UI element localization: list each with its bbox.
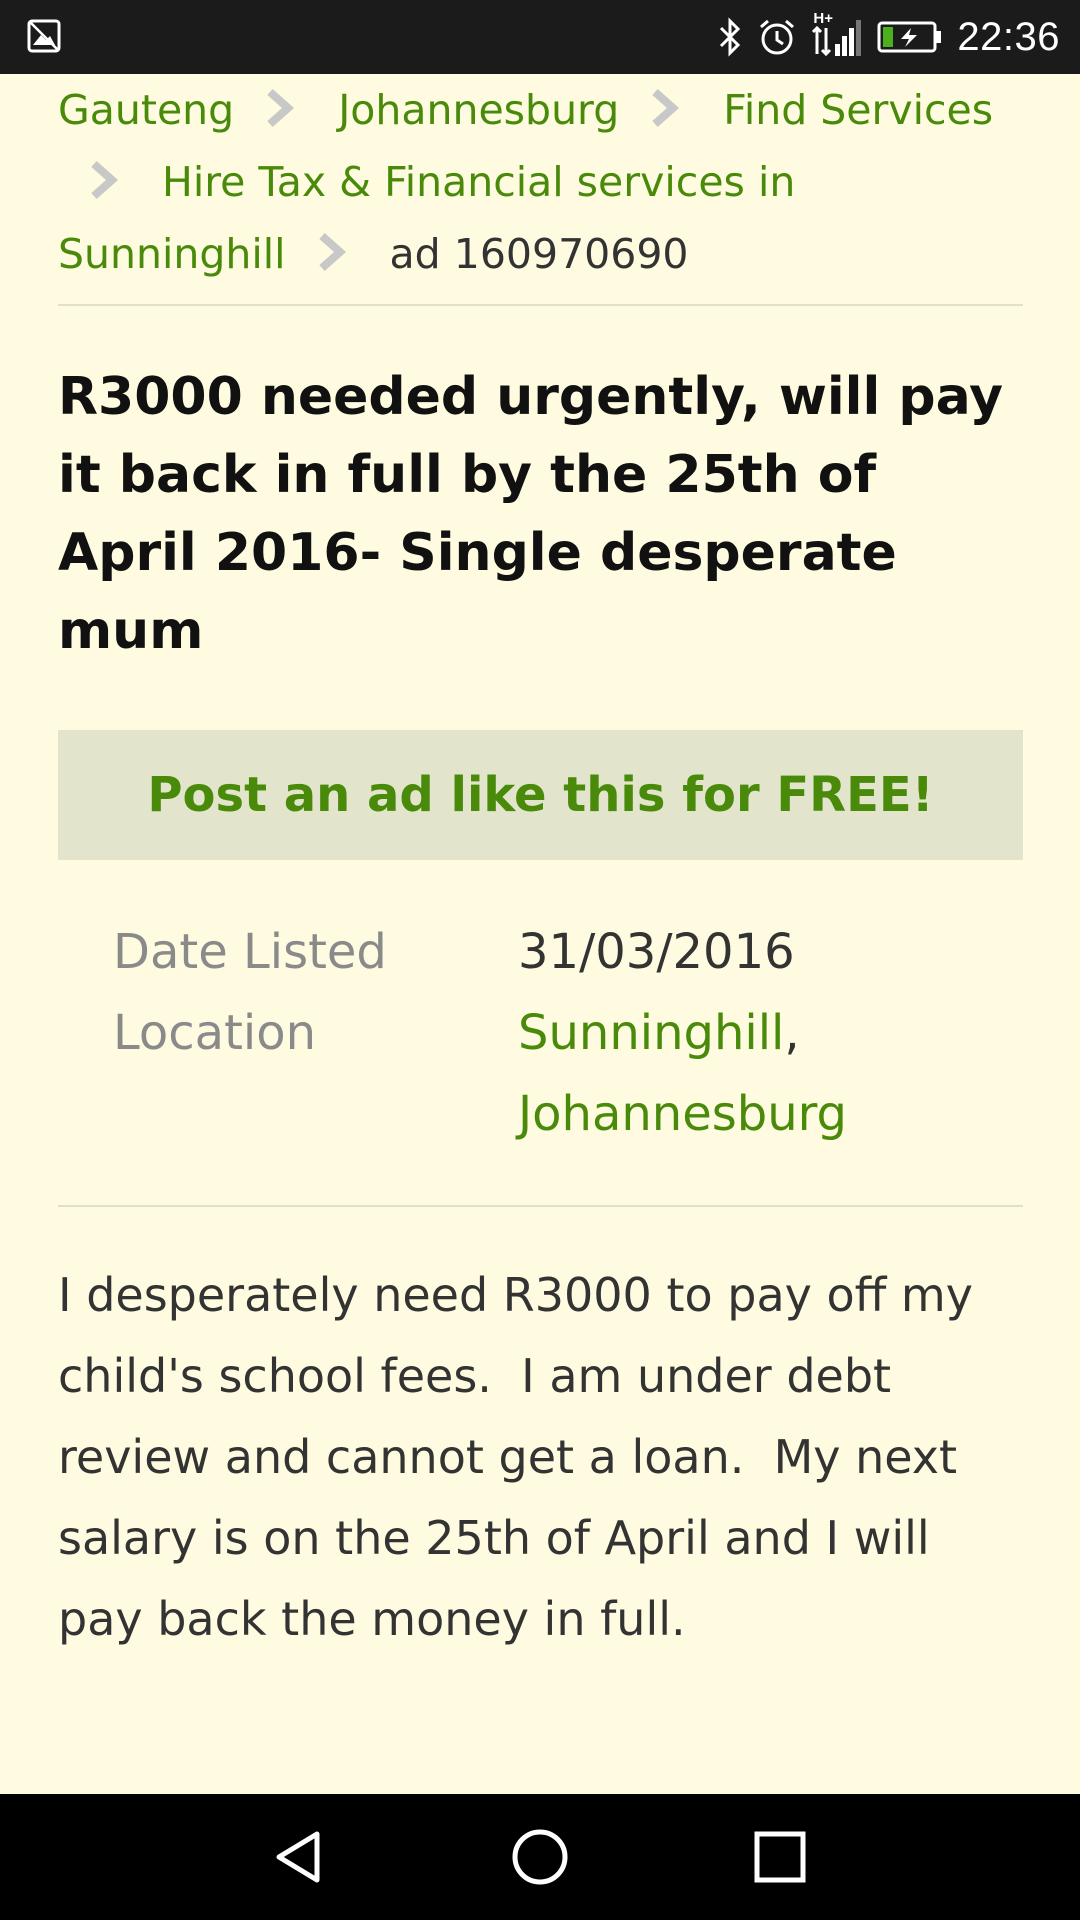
bluetooth-icon (720, 17, 741, 57)
detail-row-date: Date Listed 31/03/2016 (113, 912, 1023, 993)
date-listed-label: Date Listed (113, 924, 387, 980)
chevron-right-icon (652, 89, 680, 127)
location-label: Location (113, 1005, 317, 1061)
breadcrumb-gauteng[interactable]: Gauteng (58, 86, 234, 134)
image-notification-icon (27, 19, 61, 53)
signal-icon (812, 20, 862, 57)
ad-title: R3000 needed urgently, will pay it back … (58, 367, 1004, 661)
status-icons: H+ 22:36 (717, 0, 1060, 74)
location-separator: , (784, 1005, 800, 1061)
navigation-bar (0, 1794, 1080, 1920)
home-icon[interactable] (505, 1822, 575, 1892)
detail-row-location: Location Sunninghill, Johannesburg (113, 993, 1023, 1155)
breadcrumb-find-services[interactable]: Find Services (723, 86, 993, 134)
ad-description: I desperately need R3000 to pay off my c… (58, 1268, 988, 1646)
ad-page: Gauteng Johannesburg Find ServicesHire Tax… (58, 74, 1023, 1706)
back-icon[interactable] (265, 1822, 335, 1892)
clock: 22:36 (957, 14, 1060, 59)
signal-indicator: H+ (811, 10, 863, 60)
status-bar: H+ 22:36 (0, 0, 1080, 74)
post-ad-link[interactable]: Post an ad like this for FREE! (147, 767, 933, 823)
breadcrumb-johannesburg[interactable]: Johannesburg (338, 86, 619, 134)
date-listed-value: 31/03/2016 (518, 924, 795, 980)
chevron-right-icon (91, 161, 119, 199)
alarm-icon (760, 19, 795, 55)
post-ad-banner[interactable]: Post an ad like this for FREE! (58, 730, 1023, 860)
battery-charging-icon (877, 21, 942, 53)
chevron-right-icon (267, 89, 295, 127)
chevron-right-icon (318, 233, 346, 271)
ad-details: Date Listed 31/03/2016 Location Sunningh… (58, 912, 1023, 1207)
breadcrumb-current-ad: ad 160970690 (389, 230, 689, 278)
location-value: Sunninghill, Johannesburg (518, 993, 847, 1155)
recents-icon[interactable] (745, 1822, 815, 1892)
location-city-link[interactable]: Johannesburg (518, 1086, 847, 1142)
breadcrumb: Gauteng Johannesburg Find ServicesHire Tax… (58, 74, 1023, 306)
location-suburb-link[interactable]: Sunninghill (518, 1005, 784, 1061)
